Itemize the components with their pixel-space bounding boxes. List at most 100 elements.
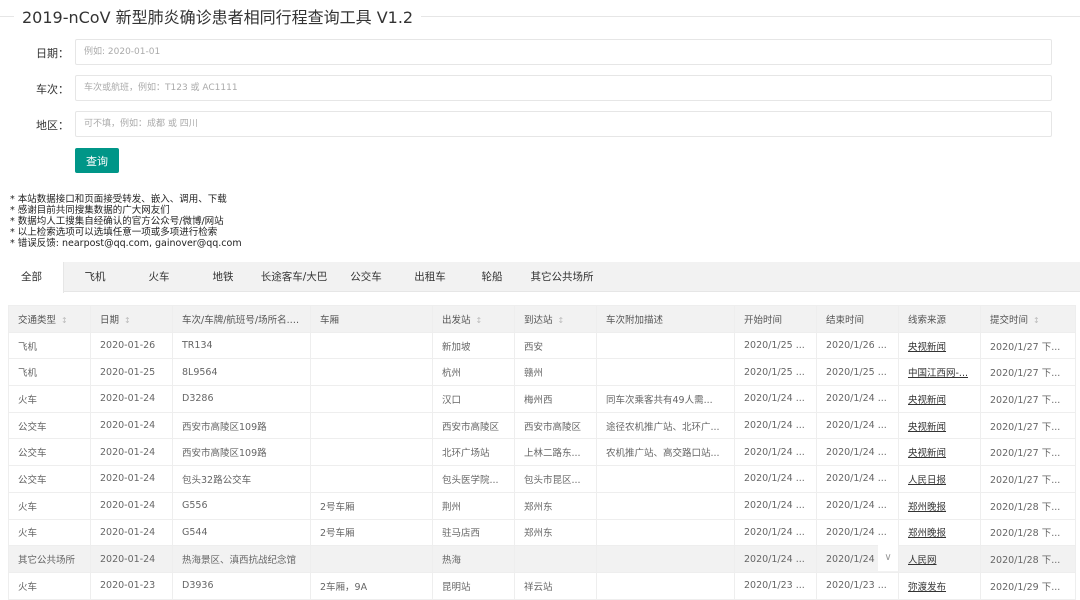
source-link[interactable]: 人民日报 <box>908 475 946 486</box>
source-link[interactable]: 人民网 <box>908 555 937 566</box>
cell-text: 2020/1/24 ... <box>826 526 887 538</box>
cell-text: 2020/1/28 下... <box>990 555 1061 567</box>
table-row[interactable]: 火车 2020-01-24 G556 2号车厢 荆州 郑州东 2020/1/24 ... 20… <box>8 491 1076 520</box>
table-cell: 祥云站 <box>514 571 597 600</box>
tab-5[interactable]: 公交车 <box>334 262 398 292</box>
cell-text: 2020-01-24 <box>100 473 156 485</box>
cell-text: 2020/1/25 ... <box>744 340 805 352</box>
column-header[interactable]: 车次/车牌/航班号/场所名... ↕ <box>172 305 311 333</box>
column-header[interactable]: 日期 ↕ <box>90 305 173 333</box>
table-cell: 2车厢，9A <box>310 571 433 600</box>
table-cell <box>596 545 735 573</box>
table-cell: G556 <box>172 491 311 520</box>
sort-icon[interactable]: ↕ <box>301 316 308 325</box>
tab-7[interactable]: 轮船 <box>462 262 522 292</box>
cell-text: 2020/1/24 ... <box>744 473 805 485</box>
source-link[interactable]: 弥渡发布 <box>908 582 946 593</box>
table-cell: 新加坡 <box>432 331 515 360</box>
source-link[interactable]: 郑州晚报 <box>908 502 946 513</box>
train-label: 车次： <box>36 83 69 96</box>
table-cell: 公交车 <box>8 465 91 493</box>
cell-text: 2020/1/24 ... <box>744 446 805 458</box>
column-header: 车厢 <box>310 305 433 333</box>
sort-icon[interactable]: ↕ <box>124 316 131 325</box>
tab-1[interactable]: 飞机 <box>64 262 126 292</box>
source-link[interactable]: 央视新闻 <box>908 448 946 459</box>
table-cell: D3286 <box>172 385 311 413</box>
table-row[interactable]: 飞机 2020-01-26 TR134 新加坡 西安 2020/1/25 ... 2020/… <box>8 331 1076 360</box>
sort-icon[interactable]: ↕ <box>558 316 565 325</box>
cell-text: 2020-01-25 <box>100 366 156 378</box>
source-link[interactable]: 中国江西网-... <box>908 368 968 379</box>
cell-text: 2020/1/24 ... <box>744 526 805 538</box>
table-row[interactable]: 火车 2020-01-23 D3936 2车厢，9A 昆明站 祥云站 2020/1/23 .… <box>8 571 1076 600</box>
cell-text: 2020/1/27 下... <box>990 448 1061 460</box>
table-cell <box>514 545 597 573</box>
table-cell: 2020/1/27 下... <box>980 385 1076 413</box>
column-header-label: 结束时间 <box>826 314 865 326</box>
area-input[interactable] <box>75 111 1052 137</box>
table-cell: 西安市高陵区 <box>514 411 597 440</box>
train-input[interactable] <box>75 75 1052 101</box>
cell-text: 2020-01-24 <box>100 500 156 512</box>
column-header[interactable]: 出发站 ↕ <box>432 305 515 333</box>
table-row[interactable]: 公交车 2020-01-24 西安市高陵区109路 北环广场站 上林二路东... 农机推广… <box>8 438 1076 467</box>
table-row[interactable]: 公交车 2020-01-24 西安市高陵区109路 西安市高陵区 西安市高陵区 途径农机推… <box>8 411 1076 440</box>
table-row[interactable]: 公交车 2020-01-24 包头32路公交车 包头医学院... 包头市昆区... 202… <box>8 465 1076 493</box>
table-cell: 农机推广站、高交路口站... <box>596 438 735 467</box>
table-cell <box>596 465 735 493</box>
table-cell: 杭州 <box>432 358 515 387</box>
table-cell <box>310 358 433 387</box>
table-cell: 火车 <box>8 571 91 600</box>
sort-icon[interactable]: ↕ <box>61 316 68 325</box>
source-link[interactable]: 郑州晚报 <box>908 528 946 539</box>
column-header-label: 车次/车牌/航班号/场所名... <box>182 314 296 326</box>
cell-text: 2020-01-23 <box>100 580 156 592</box>
chevron-down-icon[interactable]: ∨ <box>878 545 898 571</box>
column-header[interactable]: 到达站 ↕ <box>514 305 597 333</box>
table-row[interactable]: 火车 2020-01-24 G544 2号车厢 驻马店西 郑州东 2020/1/24 ...… <box>8 518 1076 547</box>
cell-text: 2020/1/25 ... <box>826 366 887 378</box>
column-header[interactable]: 提交时间 ↕ <box>980 305 1076 333</box>
note: * 感谢目前共同搜集数据的广大网友们 <box>10 205 170 216</box>
table-cell: 2020/1/27 下... <box>980 438 1076 467</box>
date-row: 日期： <box>0 39 1080 65</box>
table-cell: 央视新闻 <box>898 385 981 413</box>
table-row[interactable]: 其它公共场所 2020-01-24 热海景区、滇西抗战纪念馆 热海 2020/1/24 … <box>8 545 1076 573</box>
table-cell: 2020/1/24 ... <box>734 411 817 440</box>
tab-8[interactable]: 其它公共场所 <box>522 262 602 292</box>
cell-text: 热海 <box>442 555 462 567</box>
tab-0[interactable]: 全部 <box>0 262 64 293</box>
cell-text: G556 <box>182 500 208 512</box>
cell-text: 西安市高陵区 <box>442 421 500 433</box>
sort-icon[interactable]: ↕ <box>1033 316 1040 325</box>
date-input[interactable] <box>75 39 1052 65</box>
tab-3[interactable]: 地铁 <box>192 262 254 292</box>
table-row[interactable]: 飞机 2020-01-25 8L9564 杭州 赣州 2020/1/25 ... 2020/… <box>8 358 1076 387</box>
cell-text: 2020/1/24 ... <box>826 473 887 485</box>
source-link[interactable]: 央视新闻 <box>908 342 946 353</box>
column-header[interactable]: 交通类型 ↕ <box>8 305 91 333</box>
note: * 本站数据接口和页面接受转发、嵌入、调用、下载 <box>10 194 227 205</box>
table-cell: 2020/1/27 下... <box>980 411 1076 440</box>
column-header-label: 交通类型 <box>18 314 57 326</box>
table-cell: 2020-01-25 <box>90 358 173 387</box>
table-cell: 弥渡发布 <box>898 571 981 600</box>
source-link[interactable]: 央视新闻 <box>908 422 946 433</box>
table-row[interactable]: 火车 2020-01-24 D3286 汉口 梅州西 同车次乘客共有49人需... 2020… <box>8 385 1076 413</box>
column-header-label: 日期 <box>100 314 120 326</box>
source-link[interactable]: 央视新闻 <box>908 395 946 406</box>
tab-2[interactable]: 火车 <box>126 262 192 292</box>
table-cell: 热海 <box>432 545 515 573</box>
table-cell: 2020-01-23 <box>90 571 173 600</box>
sort-icon[interactable]: ↕ <box>476 316 483 325</box>
search-button[interactable]: 查询 <box>75 148 119 173</box>
table-cell: 中国江西网-... <box>898 358 981 387</box>
tab-4[interactable]: 长途客车/大巴 <box>254 262 334 292</box>
cell-text: 火车 <box>18 528 38 540</box>
cell-text: 杭州 <box>442 368 462 380</box>
table-cell <box>596 358 735 387</box>
table-cell: 2020/1/25 ... <box>734 358 817 387</box>
cell-text: 2020/1/28 下... <box>990 528 1061 540</box>
tab-6[interactable]: 出租车 <box>398 262 462 292</box>
